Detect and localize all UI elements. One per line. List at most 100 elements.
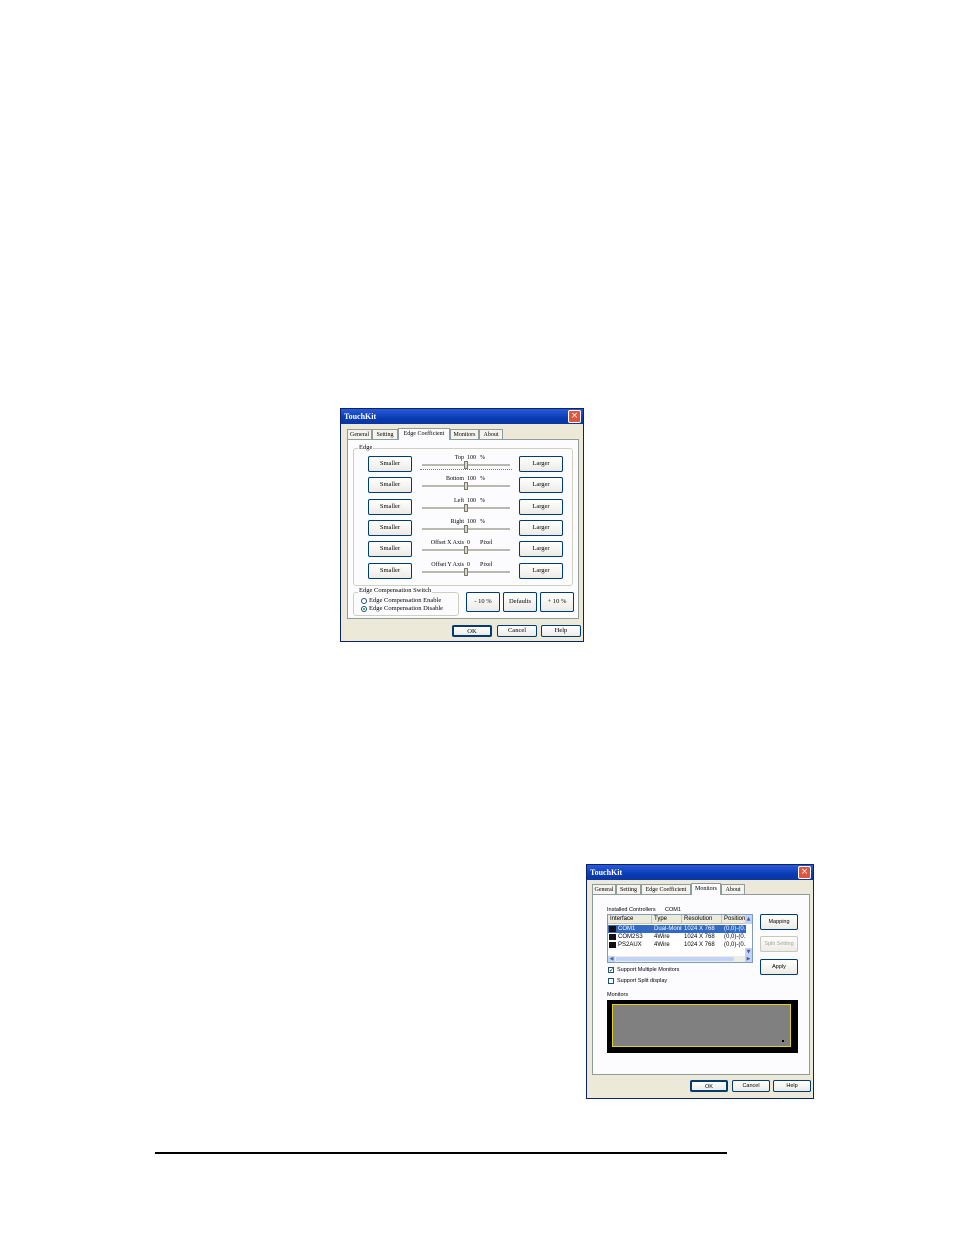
tab-monitors[interactable]: Monitors [691, 883, 721, 895]
column-header-interface[interactable]: Interface [608, 915, 652, 924]
disable-radio[interactable] [361, 606, 367, 612]
tab-edge-coefficient[interactable]: Edge Coefficient [398, 428, 450, 440]
enable-radio[interactable] [361, 598, 367, 604]
defaults-button[interactable]: Defaults [503, 592, 537, 612]
slider-value: 100 [467, 518, 476, 525]
larger-button[interactable]: Larger [519, 477, 563, 494]
smaller-button[interactable]: Smaller [368, 498, 412, 515]
smaller-button[interactable]: Smaller [368, 519, 412, 536]
slider-thumb[interactable] [464, 524, 468, 533]
help-button[interactable]: Help [541, 625, 581, 637]
table-row[interactable]: PS2AUX 4Wire 1024 X 768 (0,0)-(0... [608, 941, 746, 949]
tab-setting[interactable]: Setting [372, 429, 398, 439]
larger-button[interactable]: Larger [519, 562, 563, 579]
smaller-button[interactable]: Smaller [368, 562, 412, 579]
slider-label: Top [454, 455, 464, 461]
apply-button[interactable]: Apply [760, 959, 798, 975]
cell-type: 4Wire [654, 942, 670, 948]
larger-button[interactable]: Larger [519, 456, 563, 472]
tab-general[interactable]: General [592, 884, 616, 894]
smaller-button[interactable]: Smaller [368, 456, 412, 472]
tab-panel: Edge Smaller Top 100 % Larger Smaller Bo… [347, 439, 579, 619]
column-header-resolution[interactable]: Resolution [682, 915, 722, 924]
controllers-list[interactable]: Interface Type Resolution Position ▲ COM… [607, 914, 753, 963]
monitors-preview[interactable] [607, 1000, 798, 1053]
controller-icon [609, 942, 616, 948]
support-split-display-label: Support Split display [617, 978, 668, 984]
support-split-display-checkbox[interactable] [608, 978, 614, 984]
slider-label: Offset Y Axis [431, 561, 464, 568]
cell-resolution: 1024 X 768 [684, 926, 715, 932]
dialog-title-bar[interactable]: TouchKit [341, 409, 583, 424]
tab-about[interactable]: About [479, 429, 503, 439]
larger-button[interactable]: Larger [519, 541, 563, 558]
slider-thumb[interactable] [464, 461, 468, 469]
larger-button[interactable]: Larger [519, 519, 563, 536]
slider-label: Bottom [445, 476, 464, 483]
dialog-title: TouchKit [344, 412, 377, 421]
installed-controllers-value: COM1 [665, 907, 681, 913]
slider-unit: % [480, 455, 485, 461]
edge-group-label: Edge [358, 444, 374, 452]
slider-thumb[interactable] [464, 503, 468, 512]
slider-thumb[interactable] [464, 546, 468, 555]
tab-edge-coefficient[interactable]: Edge Coefficient [641, 884, 691, 894]
table-row[interactable]: COM2S3 4Wire 1024 X 768 (0,0)-(0... [608, 933, 746, 941]
cell-position: (0,0)-(0... [724, 942, 746, 948]
scroll-right-icon[interactable]: ▶ [745, 956, 752, 962]
plus-10-button[interactable]: + 10 % [540, 592, 574, 612]
split-setting-button[interactable]: Split Setting [760, 936, 798, 952]
tab-about[interactable]: About [721, 884, 745, 894]
tab-general[interactable]: General [347, 429, 372, 439]
support-multiple-monitors-label: Support Multiple Monitors [617, 967, 680, 973]
larger-button[interactable]: Larger [519, 498, 563, 515]
slider-label: Right [450, 518, 464, 525]
ok-button[interactable]: OK [690, 1080, 728, 1092]
scrollbar-thumb[interactable] [616, 957, 734, 961]
enable-label: Edge Compensation Enable [369, 597, 442, 604]
slider-focus-outline [420, 469, 512, 471]
monitor-screen[interactable] [612, 1004, 791, 1047]
cell-interface: COM2S3 [618, 934, 643, 940]
ok-button[interactable]: OK [452, 625, 492, 637]
scroll-left-icon[interactable]: ◀ [608, 956, 615, 962]
horizontal-scrollbar[interactable]: ◀ ▶ [608, 956, 752, 962]
close-icon[interactable]: × [798, 866, 811, 879]
smaller-button[interactable]: Smaller [368, 477, 412, 494]
cell-interface: COM1 [618, 926, 636, 932]
slider-label: Left [454, 497, 464, 504]
slider-unit: Pixel [480, 561, 493, 568]
scroll-down-icon[interactable]: ▼ [745, 948, 752, 956]
slider-thumb[interactable] [464, 567, 468, 576]
minus-10-button[interactable]: - 10 % [466, 592, 500, 612]
slider-unit: % [480, 476, 485, 483]
close-icon[interactable]: × [568, 410, 581, 423]
table-row[interactable]: COM1 Dual-Monit... 1024 X 768 (0,0)-(0..… [608, 925, 746, 933]
edge-coefficient-dialog: TouchKit × General Setting Edge Coeffici… [340, 408, 584, 642]
monitor-marker-icon [782, 1040, 784, 1042]
column-header-position[interactable]: Position [722, 915, 746, 924]
tab-setting[interactable]: Setting [616, 884, 641, 894]
column-header-type[interactable]: Type [652, 915, 682, 924]
tab-monitors[interactable]: Monitors [450, 429, 479, 439]
monitors-dialog: TouchKit × General Setting Edge Coeffici… [586, 864, 814, 1099]
smaller-button[interactable]: Smaller [368, 541, 412, 558]
cell-type: Dual-Monit... [654, 926, 682, 932]
slider-label: Offset X Axis [430, 540, 464, 547]
cell-interface: PS2AUX [618, 942, 642, 948]
dialog-title-bar[interactable]: TouchKit [587, 865, 813, 880]
cancel-button[interactable]: Cancel [732, 1080, 770, 1092]
slider-unit: Pixel [480, 540, 493, 547]
page-footer-rule [155, 1152, 727, 1154]
help-button[interactable]: Help [773, 1080, 811, 1092]
scroll-up-icon[interactable]: ▲ [745, 915, 752, 924]
slider-thumb[interactable] [464, 482, 468, 491]
dialog-title: TouchKit [590, 868, 623, 877]
slider-value: 100 [467, 455, 476, 461]
cancel-button[interactable]: Cancel [497, 625, 537, 637]
support-multiple-monitors-checkbox[interactable]: ✓ [608, 967, 614, 974]
mapping-button[interactable]: Mapping [760, 914, 798, 930]
cell-position: (0,0)-(0... [724, 934, 746, 940]
disable-label: Edge Compensation Disable [369, 605, 444, 612]
monitors-label: Monitors [607, 992, 629, 998]
